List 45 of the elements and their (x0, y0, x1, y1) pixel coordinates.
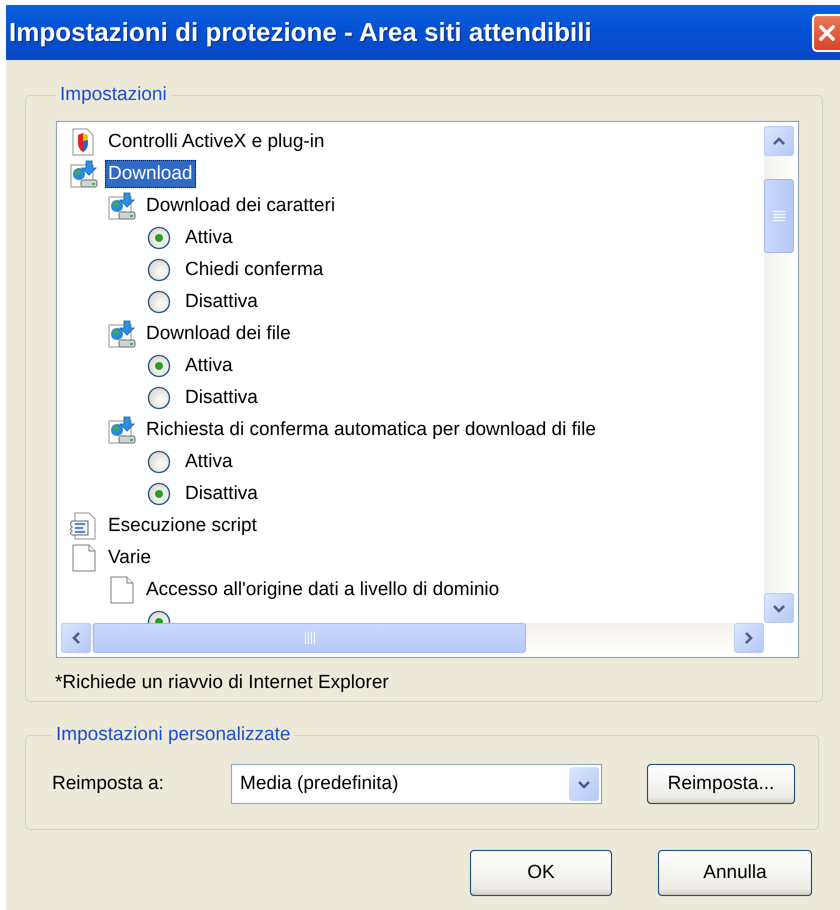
tree-item[interactable]: Esecuzione script (105, 512, 260, 540)
scroll-right-button[interactable] (734, 623, 764, 653)
dropdown-button[interactable] (569, 767, 599, 801)
option-label: Attiva (185, 355, 233, 377)
scroll-down-button[interactable] (764, 593, 794, 623)
tree-item[interactable]: Download (105, 160, 196, 188)
level-dropdown[interactable]: Media (predefinita) (231, 764, 602, 804)
option-label: Chiedi conferma (185, 259, 324, 281)
radio-button[interactable] (147, 258, 171, 282)
download-drive-icon (107, 319, 137, 349)
download-drive-icon (107, 415, 137, 445)
option-label: Attiva (185, 227, 233, 249)
tree-item[interactable]: Accesso all'origine dati a livello di dominio (143, 576, 502, 604)
option-label: Disattiva (185, 387, 258, 409)
radio-button[interactable] (147, 450, 171, 474)
tree-item[interactable]: Varie (105, 544, 154, 572)
radio-button[interactable] (147, 386, 171, 410)
scroll-up-button[interactable] (764, 126, 794, 156)
radio-button[interactable] (147, 482, 171, 506)
close-icon (817, 22, 837, 42)
window-title: Impostazioni di protezione - Area siti attendibili (8, 17, 592, 48)
ok-button[interactable]: OK (470, 850, 612, 896)
vertical-scrollbar[interactable] (764, 126, 794, 623)
download-drive-icon (69, 159, 99, 189)
download-drive-icon (107, 191, 137, 221)
option-label: Attiva (185, 451, 233, 473)
group-label: Impostazioni personalizzate (55, 724, 292, 746)
tree-item[interactable]: Controlli ActiveX e plug-in (105, 128, 328, 156)
scroll-thumb[interactable] (764, 179, 794, 253)
cancel-button[interactable]: Annulla (658, 850, 812, 896)
radio-button[interactable] (147, 226, 171, 250)
option-label: Disattiva (185, 291, 258, 313)
tree-item[interactable]: Download dei caratteri (143, 192, 338, 220)
field-label: Reimposta a: (52, 773, 165, 795)
close-button[interactable] (812, 14, 840, 52)
tree-item[interactable]: Richiesta di conferma automatica per download di file (143, 416, 599, 444)
group-label: Impostazioni (59, 84, 168, 106)
option-label: Disattiva (185, 483, 258, 505)
restart-note: *Richiede un riavvio di Internet Explorer (55, 671, 390, 695)
radio-button[interactable] (147, 354, 171, 378)
radio-button[interactable] (147, 290, 171, 314)
tree-item[interactable]: Download dei file (143, 320, 294, 348)
scroll-left-button[interactable] (61, 623, 91, 653)
reset-button[interactable]: Reimposta... (647, 764, 795, 804)
settings-list[interactable] (56, 121, 799, 658)
